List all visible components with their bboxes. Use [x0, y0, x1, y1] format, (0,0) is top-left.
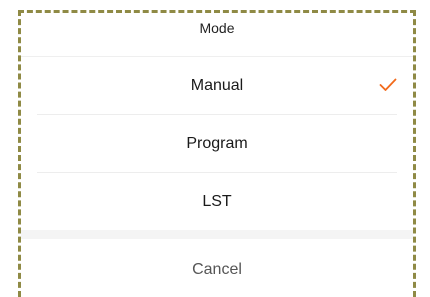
option-lst[interactable]: LST — [21, 173, 413, 230]
option-manual[interactable]: Manual — [21, 57, 413, 114]
option-label: Manual — [190, 77, 244, 94]
option-program[interactable]: Program — [21, 115, 413, 172]
mode-action-sheet: Mode Manual Program LST Cancel — [18, 10, 416, 297]
checkmark-icon — [379, 78, 397, 91]
option-label: LST — [202, 193, 232, 210]
sheet-title: Mode — [21, 13, 413, 57]
option-label: Program — [186, 135, 248, 152]
cancel-button[interactable]: Cancel — [21, 239, 413, 297]
section-separator — [21, 230, 413, 239]
